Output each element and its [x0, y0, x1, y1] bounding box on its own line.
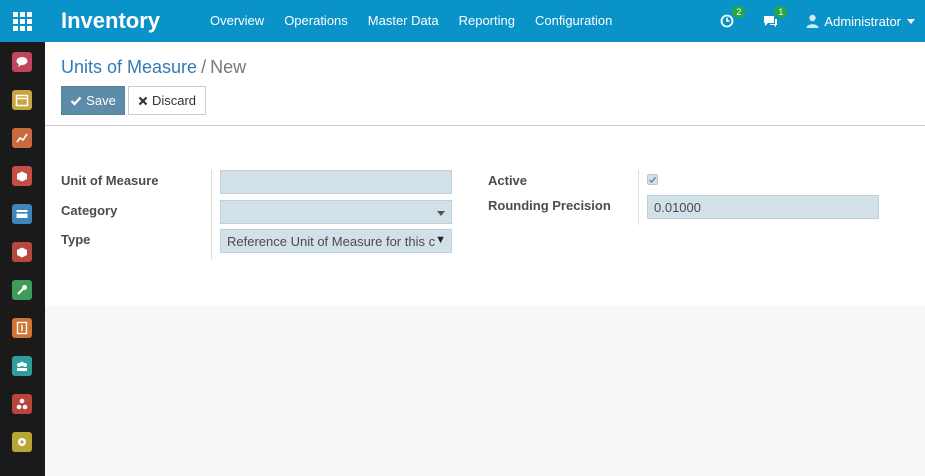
calendar-app-icon[interactable]: [12, 90, 32, 110]
apps-grid-icon: [13, 11, 32, 31]
type-select[interactable]: Reference Unit of Measure for this c ▼: [220, 229, 452, 253]
user-icon: [806, 14, 819, 28]
breadcrumb-current: New: [210, 57, 247, 77]
wrench-app-icon[interactable]: [12, 280, 32, 300]
rounding-precision-input[interactable]: 0.01000: [647, 195, 879, 219]
user-name: Administrator: [824, 13, 901, 29]
manufacturing-app-icon[interactable]: [12, 394, 32, 414]
inventory-app-icon[interactable]: [12, 242, 32, 262]
activity-count-badge: 2: [732, 6, 746, 18]
app-switcher-button[interactable]: [0, 0, 45, 42]
save-button[interactable]: Save: [61, 86, 125, 115]
app-title[interactable]: Inventory: [61, 7, 160, 35]
form-sheet: Unit of Measure Category Type Reference …: [45, 126, 925, 306]
messages-button[interactable]: 1: [762, 6, 788, 28]
menu-operations[interactable]: Operations: [274, 0, 358, 42]
discard-button[interactable]: Discard: [128, 86, 206, 115]
menu-reporting[interactable]: Reporting: [449, 0, 525, 42]
menu-master-data[interactable]: Master Data: [358, 0, 449, 42]
active-checkbox[interactable]: [647, 174, 658, 185]
close-icon: [138, 96, 148, 105]
control-panel: Units of Measure / New Save Discard: [45, 42, 925, 126]
label-divider: [638, 170, 639, 225]
active-label: Active: [488, 173, 528, 188]
discard-label: Discard: [151, 93, 197, 108]
breadcrumb-separator: /: [201, 57, 207, 77]
main-menu: Overview Operations Master Data Reportin…: [200, 0, 622, 42]
activity-button[interactable]: 2: [720, 6, 746, 28]
app-sidebar: [0, 42, 45, 476]
type-label: Type: [61, 232, 91, 247]
breadcrumb-parent-link[interactable]: Units of Measure: [61, 57, 197, 77]
invoicing-app-icon[interactable]: [12, 204, 32, 224]
clock-icon: [721, 14, 734, 28]
dashboard-app-icon[interactable]: [12, 128, 32, 148]
breadcrumb: Units of Measure / New: [61, 56, 246, 78]
message-count-badge: 1: [774, 6, 788, 18]
discuss-app-icon[interactable]: [12, 52, 32, 72]
type-value: Reference Unit of Measure for this c: [227, 233, 436, 249]
label-divider: [211, 170, 212, 260]
category-label: Category: [61, 203, 118, 218]
top-navbar: Inventory Overview Operations Master Dat…: [0, 0, 925, 42]
menu-overview[interactable]: Overview: [200, 0, 274, 42]
check-icon: [70, 96, 82, 106]
systray: 2 1 Administrator: [720, 0, 915, 42]
expenses-app-icon[interactable]: [12, 318, 32, 338]
user-menu[interactable]: Administrator: [806, 14, 915, 29]
rounding-precision-label: Rounding Precision: [488, 198, 611, 213]
main-content: Units of Measure / New Save Discard Unit o…: [45, 42, 925, 476]
chevron-down-icon: [437, 211, 445, 216]
uom-label: Unit of Measure: [61, 173, 159, 188]
uom-input[interactable]: [220, 170, 452, 194]
chevron-down-icon: [907, 18, 915, 24]
category-select[interactable]: [220, 200, 452, 224]
caret-down-icon: ▼: [435, 234, 446, 246]
checkmark-icon: [648, 176, 657, 183]
menu-configuration[interactable]: Configuration: [525, 0, 622, 42]
employees-app-icon[interactable]: [12, 356, 32, 376]
settings-app-icon[interactable]: [12, 432, 32, 452]
sales-app-icon[interactable]: [12, 166, 32, 186]
save-label: Save: [86, 93, 116, 108]
